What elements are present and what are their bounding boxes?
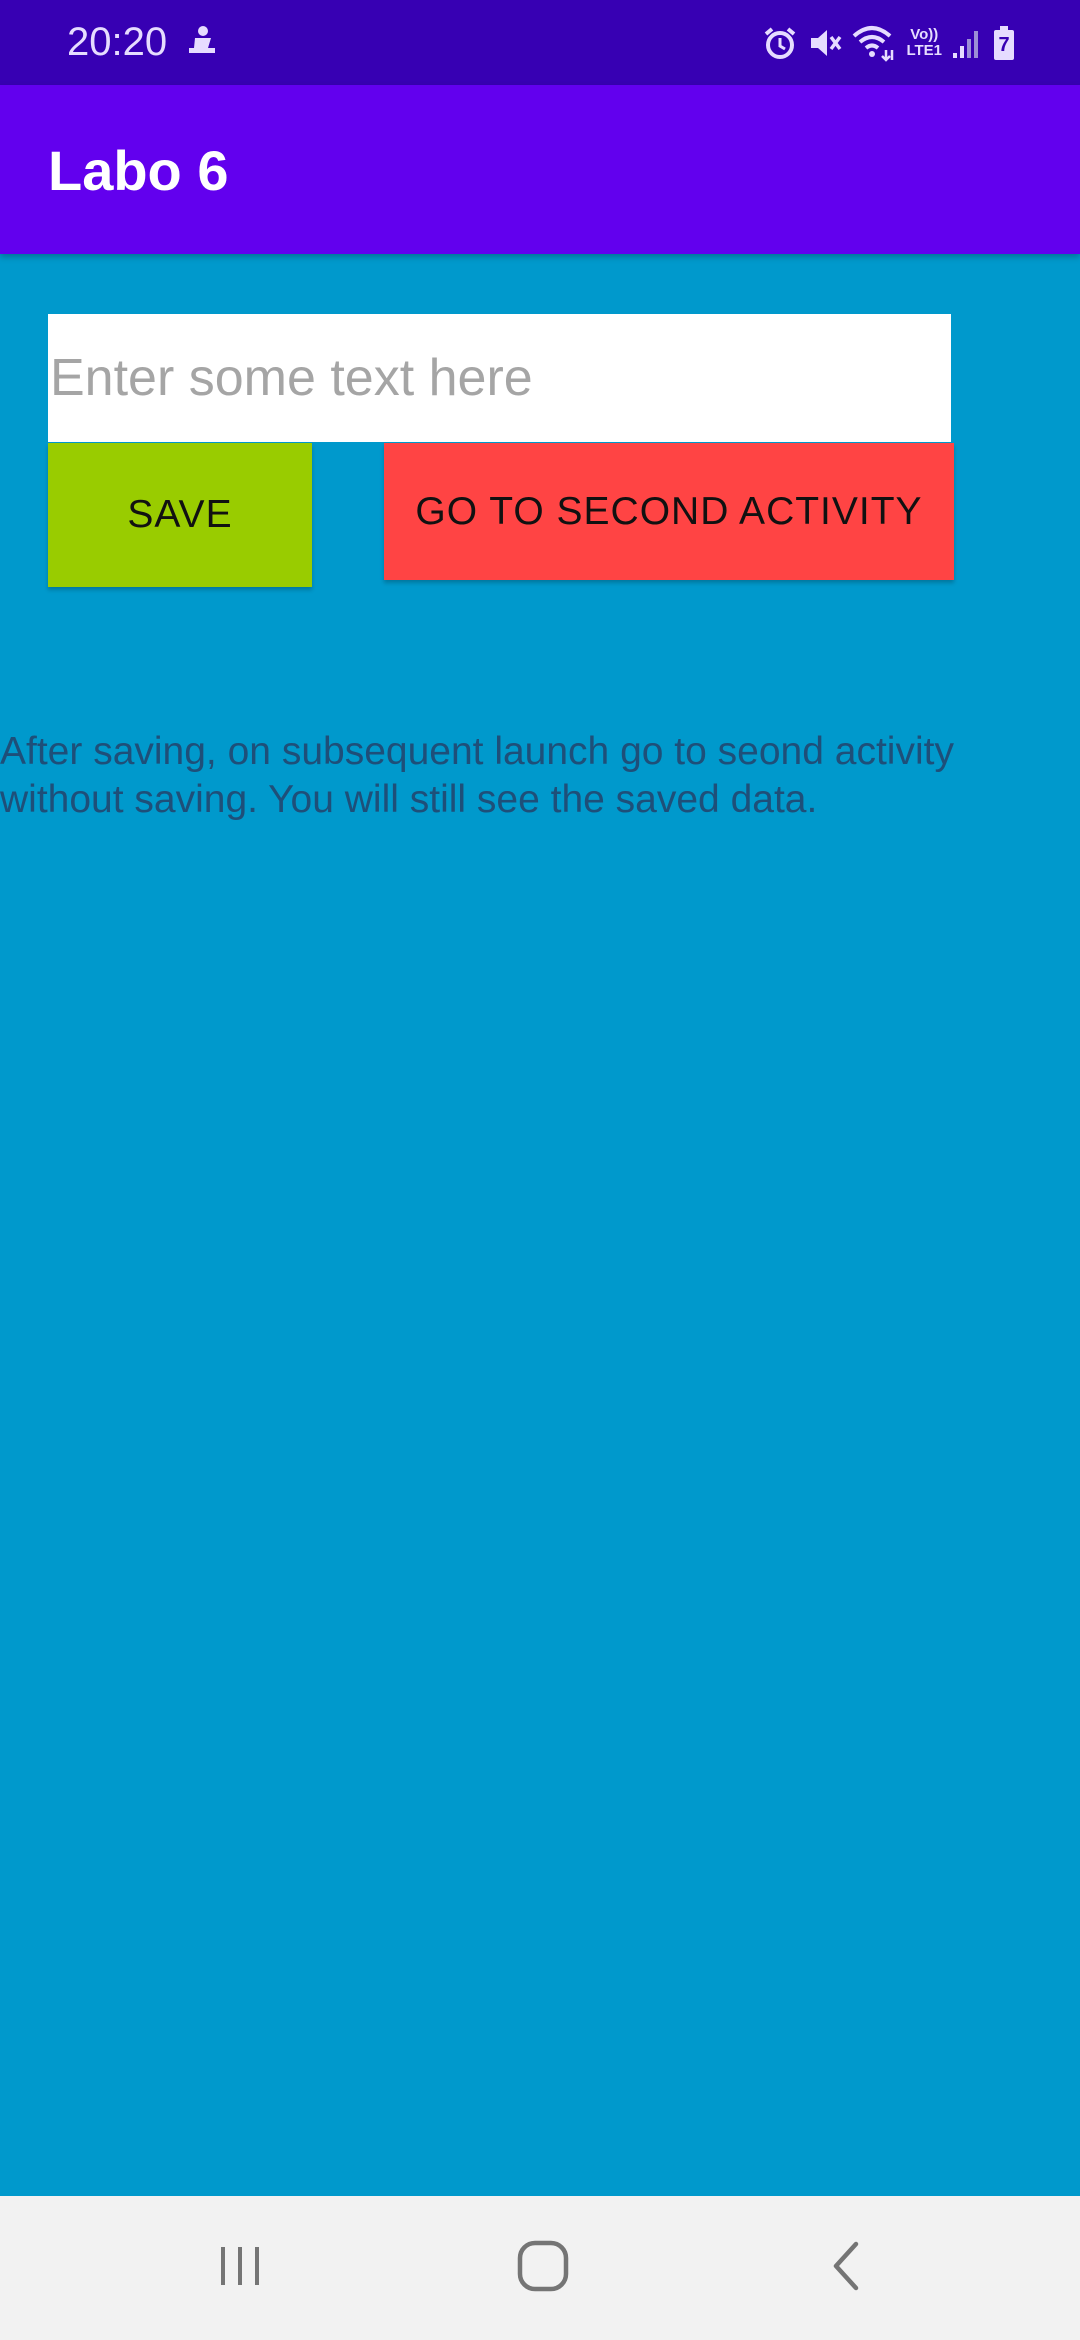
status-icons: Vo)) LTE1 7 [762,22,1016,64]
volte-indicator: Vo)) LTE1 [906,27,942,59]
home-icon [516,2239,570,2298]
home-button[interactable] [453,2196,633,2340]
volte-bottom-label: LTE1 [906,42,942,59]
back-icon [826,2239,866,2298]
volte-top-label: Vo)) [910,26,939,43]
info-text: After saving, on subsequent launch go to… [0,730,954,821]
status-time: 20:20 [67,20,168,64]
screen: 20:20 Vo)) LTE1 7 Labo 6 Enter some text… [0,0,1080,2340]
wifi-icon [852,24,896,62]
alarm-icon [762,25,798,61]
mute-icon [808,25,842,61]
notification-icon [186,24,220,60]
navigation-bar [0,2196,1080,2340]
text-input[interactable] [48,314,951,442]
recent-apps-button[interactable] [150,2196,330,2340]
app-bar: Labo 6 [0,85,1080,254]
go-to-second-activity-button[interactable]: GO TO SECOND ACTIVITY [384,443,954,580]
back-button[interactable] [756,2196,936,2340]
app-title: Labo 6 [48,139,229,202]
battery-icon: 7 [992,25,1016,61]
battery-level: 7 [998,34,1010,56]
signal-icon [952,27,982,59]
recent-apps-icon [215,2241,265,2296]
status-bar: 20:20 Vo)) LTE1 7 [0,0,1080,85]
save-button[interactable]: SAVE [48,443,312,587]
